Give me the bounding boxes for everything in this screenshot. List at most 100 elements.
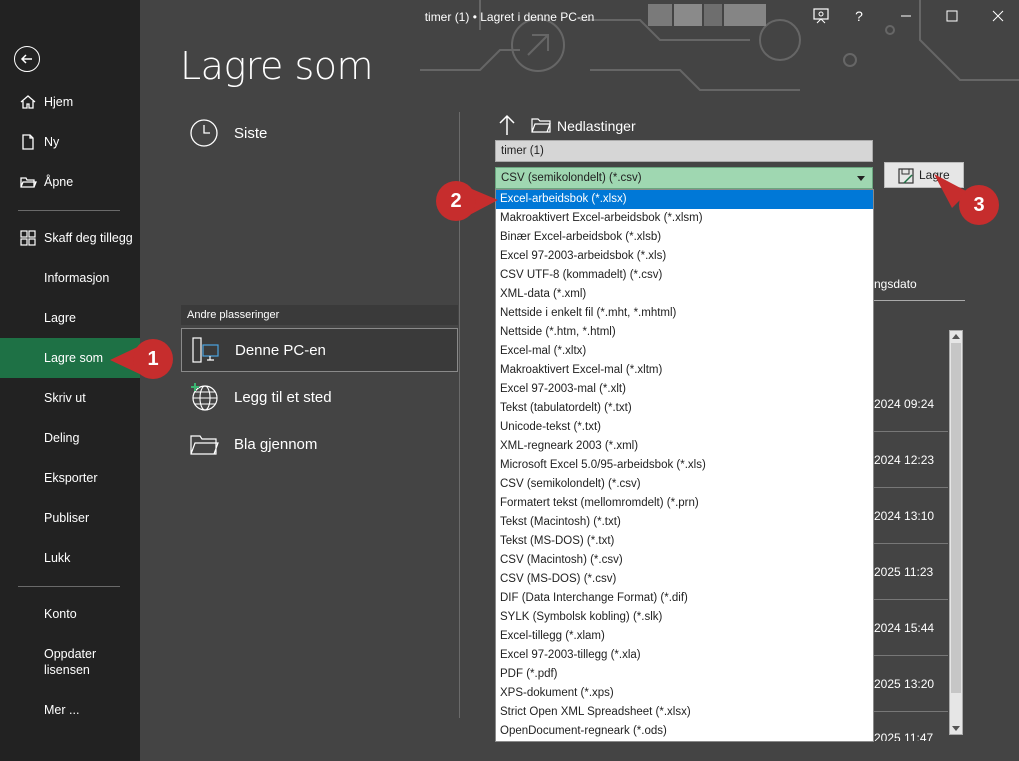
file-date: 2024 09:24 (874, 397, 935, 411)
filetype-option[interactable]: Formatert tekst (mellomromdelt) (*.prn) (496, 494, 873, 513)
nav-more[interactable]: Mer ... (0, 690, 140, 730)
nav-get-addins[interactable]: Skaff deg tillegg (0, 218, 140, 258)
grid-apps-icon (20, 230, 36, 246)
close-button[interactable] (985, 4, 1011, 28)
filetype-option[interactable]: CSV UTF-8 (kommadelt) (*.csv) (496, 266, 873, 285)
presenter-icon (813, 8, 829, 24)
location-browse-label: Bla gjennom (234, 435, 318, 453)
nav-export[interactable]: Eksporter (0, 458, 140, 498)
folder-icon (190, 435, 219, 455)
filetype-option[interactable]: Tekst (tabulatordelt) (*.txt) (496, 399, 873, 418)
nav-close[interactable]: Lukk (0, 538, 140, 578)
row-divider (874, 431, 948, 432)
nav-save-label: Lagre (44, 311, 76, 325)
filetype-dropdown-list[interactable]: Excel-arbeidsbok (*.xlsx) Makroaktivert E… (495, 189, 874, 742)
home-icon (20, 95, 36, 109)
filetype-option[interactable]: Microsoft Excel 5.0/95-arbeidsbok (*.xls… (496, 456, 873, 475)
filetype-option[interactable]: Makroaktivert Excel-mal (*.xltm) (496, 361, 873, 380)
filetype-option[interactable]: Makroaktivert Excel-arbeidsbok (*.xlsm) (496, 209, 873, 228)
nav-update-license[interactable]: Oppdater lisensen (0, 640, 140, 684)
scroll-thumb[interactable] (951, 343, 961, 693)
filetype-option[interactable]: Binær Excel-arbeidsbok (*.xlsb) (496, 228, 873, 247)
location-recent[interactable]: Siste (181, 111, 458, 155)
modified-column-header[interactable]: ngsdato (874, 277, 917, 291)
nav-new[interactable]: Ny (0, 122, 140, 162)
nav-share[interactable]: Deling (0, 418, 140, 458)
filetype-option[interactable]: Excel 97-2003-tillegg (*.xla) (496, 646, 873, 665)
nav-info-label: Informasjon (44, 271, 110, 285)
nav-open[interactable]: Åpne (0, 162, 140, 202)
nav-share-label: Deling (44, 431, 80, 445)
filetype-option[interactable]: Tekst (Macintosh) (*.txt) (496, 513, 873, 532)
maximize-button[interactable] (939, 4, 965, 28)
location-browse[interactable]: Bla gjennom (181, 422, 458, 466)
filetype-option[interactable]: Excel 97-2003-arbeidsbok (*.xls) (496, 247, 873, 266)
filetype-option[interactable]: Strict Open XML Spreadsheet (*.xlsx) (496, 703, 873, 722)
nav-update-license-label: Oppdater lisensen (44, 647, 97, 677)
nav-open-label: Åpne (44, 175, 74, 189)
filetype-option[interactable]: PDF (*.pdf) (496, 665, 873, 684)
nav-home-label: Hjem (44, 95, 74, 109)
nav-account[interactable]: Konto (0, 594, 140, 634)
nav-more-label: Mer ... (44, 703, 80, 717)
filetype-option[interactable]: Excel-mal (*.xltx) (496, 342, 873, 361)
up-folder-icon[interactable] (498, 114, 516, 136)
globe-add-icon (191, 383, 218, 411)
blurred-user-block (674, 4, 702, 26)
filetype-option[interactable]: SYLK (Symbolsk kobling) (*.slk) (496, 608, 873, 627)
help-button[interactable]: ? (846, 4, 872, 28)
nav-publish[interactable]: Publiser (0, 498, 140, 538)
row-divider (874, 543, 948, 544)
file-list-scrollbar[interactable] (949, 330, 963, 735)
filetype-option[interactable]: Nettside i enkelt fil (*.mht, *.mhtml) (496, 304, 873, 323)
file-date: 2025 11:47 (874, 731, 934, 741)
filetype-option[interactable]: CSV (MS-DOS) (*.csv) (496, 570, 873, 589)
filetype-option[interactable]: CSV (semikolondelt) (*.csv) (496, 475, 873, 494)
other-locations-header: Andre plasseringer (181, 305, 458, 325)
filetype-option[interactable]: XPS-dokument (*.xps) (496, 684, 873, 703)
callout-1: 1 (133, 339, 173, 379)
filetype-option[interactable]: Excel 97-2003-mal (*.xlt) (496, 380, 873, 399)
nav-info[interactable]: Informasjon (0, 258, 140, 298)
scroll-up-icon[interactable] (952, 334, 960, 339)
filetype-option[interactable]: CSV (Macintosh) (*.csv) (496, 551, 873, 570)
minimize-button[interactable] (893, 4, 919, 28)
nav-new-label: Ny (44, 135, 60, 149)
location-this-pc-label: Denne PC-en (235, 341, 326, 359)
filetype-option[interactable]: Excel-tillegg (*.xlam) (496, 627, 873, 646)
minimize-icon (901, 15, 911, 17)
folder-icon (531, 118, 551, 133)
filetype-option[interactable]: Nettside (*.htm, *.html) (496, 323, 873, 342)
nav-divider (18, 586, 120, 587)
nav-print[interactable]: Skriv ut (0, 378, 140, 418)
filetype-option[interactable]: Tekst (MS-DOS) (*.txt) (496, 532, 873, 551)
row-divider (874, 655, 948, 656)
clock-icon (190, 119, 218, 147)
filetype-option[interactable]: Excel-arbeidsbok (*.xlsx) (496, 190, 873, 209)
file-date: 2024 15:44 (874, 621, 935, 635)
coauthor-button[interactable] (808, 4, 834, 28)
filename-input[interactable]: timer (1) (495, 140, 873, 162)
filetype-option[interactable]: XML-regneark 2003 (*.xml) (496, 437, 873, 456)
filetype-option[interactable]: Unicode-tekst (*.txt) (496, 418, 873, 437)
nav-home[interactable]: Hjem (0, 82, 140, 122)
chevron-down-icon (857, 176, 865, 181)
maximize-icon (946, 10, 958, 22)
close-icon (992, 10, 1004, 22)
page-title: Lagre som (180, 44, 374, 88)
row-divider (874, 711, 948, 712)
location-this-pc[interactable]: Denne PC-en (181, 328, 458, 372)
filetype-option[interactable]: XML-data (*.xml) (496, 285, 873, 304)
backstage-sidebar: Hjem Ny Åpne Skaff deg tillegg Informasj… (0, 0, 140, 761)
nav-publish-label: Publiser (44, 511, 90, 525)
filetype-option[interactable]: OpenDocument-regneark (*.ods) (496, 722, 873, 741)
nav-get-addins-label: Skaff deg tillegg (44, 231, 133, 245)
location-add-place[interactable]: Legg til et sted (181, 375, 458, 419)
filetype-select[interactable]: CSV (semikolondelt) (*.csv) (495, 167, 873, 189)
back-button[interactable] (14, 46, 40, 72)
nav-save[interactable]: Lagre (0, 298, 140, 338)
scroll-down-icon[interactable] (952, 726, 960, 731)
back-arrow-icon (20, 54, 32, 64)
breadcrumb[interactable]: Nedlastinger (557, 118, 636, 134)
filetype-option[interactable]: DIF (Data Interchange Format) (*.dif) (496, 589, 873, 608)
